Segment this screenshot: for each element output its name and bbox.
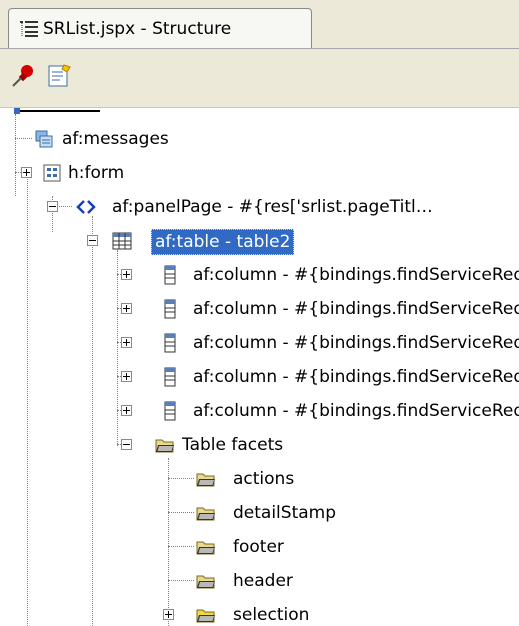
toolbar [0, 49, 519, 108]
tab-structure[interactable]: SRList.jspx - Structure [8, 8, 312, 48]
tree-row-label: af:table - table2 [151, 229, 295, 255]
table-icon [112, 232, 132, 250]
expand-toggle[interactable] [121, 371, 132, 382]
tree-row-label: actions [233, 469, 295, 489]
folder-open-icon [155, 439, 174, 453]
tree-row-label: footer [233, 537, 284, 557]
tree-row-column[interactable]: af:column - #{bindings.findServiceReques… [0, 260, 519, 290]
expand-toggle[interactable] [21, 167, 32, 178]
tree-row-form[interactable]: h:form [0, 158, 519, 188]
collapse-toggle[interactable] [121, 439, 132, 450]
column-icon [164, 367, 176, 387]
tree-row-column[interactable]: af:column - #{bindings.findServiceReques… [0, 362, 519, 392]
folder-open-icon [196, 473, 215, 487]
folder-open-icon [196, 541, 215, 555]
expand-toggle[interactable] [121, 269, 132, 280]
edit-properties-icon[interactable] [46, 63, 72, 89]
tree-row-label: af:column - #{bindings.findServiceReques… [193, 367, 519, 387]
tab-title: SRList.jspx - Structure [43, 19, 232, 39]
expand-toggle[interactable] [121, 337, 132, 348]
pin-icon[interactable] [10, 63, 36, 89]
tab-bar-empty [312, 8, 519, 48]
tree-row-facet-header[interactable]: header [0, 566, 519, 596]
tree-row-label: h:form [68, 163, 125, 183]
tree-row-label: af:panelPage - #{res['srlist.pageTitl… [112, 197, 433, 217]
tree-row-facet-detailstamp[interactable]: detailStamp [0, 498, 519, 528]
tree-row-messages[interactable]: af:messages [0, 124, 519, 154]
tree-row-label: selection [233, 605, 310, 625]
expand-toggle[interactable] [121, 405, 132, 416]
tree-row-label: af:column - #{bindings.findServiceReques… [193, 299, 519, 319]
tab-bar: SRList.jspx - Structure [0, 0, 519, 49]
tree-row-label: Table facets [182, 435, 284, 455]
folder-open-icon [196, 609, 215, 623]
structure-icon [20, 21, 38, 37]
tree-row-facet-selection[interactable]: selection [0, 600, 519, 626]
tree-row-label: af:column - #{bindings.findServiceReques… [193, 265, 519, 285]
tree-row-panelpage[interactable]: af:panelPage - #{res['srlist.pageTitl… [0, 192, 519, 222]
column-icon [164, 401, 176, 421]
structure-tree: af:messages h:form af:panelPage - #{res[… [0, 108, 519, 626]
expand-toggle[interactable] [163, 609, 174, 620]
tree-row-label: af:column - #{bindings.findServiceReques… [193, 401, 519, 421]
tag-icon [76, 200, 96, 214]
column-icon [164, 299, 176, 319]
column-icon [164, 333, 176, 353]
column-icon [164, 265, 176, 285]
tree-row-table-facets[interactable]: Table facets [0, 430, 519, 460]
tree-row-label: header [233, 571, 293, 591]
tree-row-label: af:messages [62, 129, 169, 149]
tree-row-facet-footer[interactable]: footer [0, 532, 519, 562]
messages-icon [35, 130, 53, 148]
form-icon [43, 164, 61, 182]
tree-row-label: af:column - #{bindings.findServiceReques… [193, 333, 519, 353]
partial-root-label [20, 110, 100, 112]
tree-row-column[interactable]: af:column - #{bindings.findServiceReques… [0, 396, 519, 426]
collapse-toggle[interactable] [87, 235, 98, 246]
tree-row-table[interactable]: af:table - table2 [0, 226, 519, 256]
tree-row-column[interactable]: af:column - #{bindings.findServiceReques… [0, 328, 519, 358]
expand-toggle[interactable] [121, 303, 132, 314]
folder-open-icon [196, 575, 215, 589]
tree-row-facet-actions[interactable]: actions [0, 464, 519, 494]
folder-open-icon [196, 507, 215, 521]
tree-row-label: detailStamp [233, 503, 337, 523]
collapse-toggle[interactable] [47, 201, 58, 212]
tree-row-column[interactable]: af:column - #{bindings.findServiceReques… [0, 294, 519, 324]
